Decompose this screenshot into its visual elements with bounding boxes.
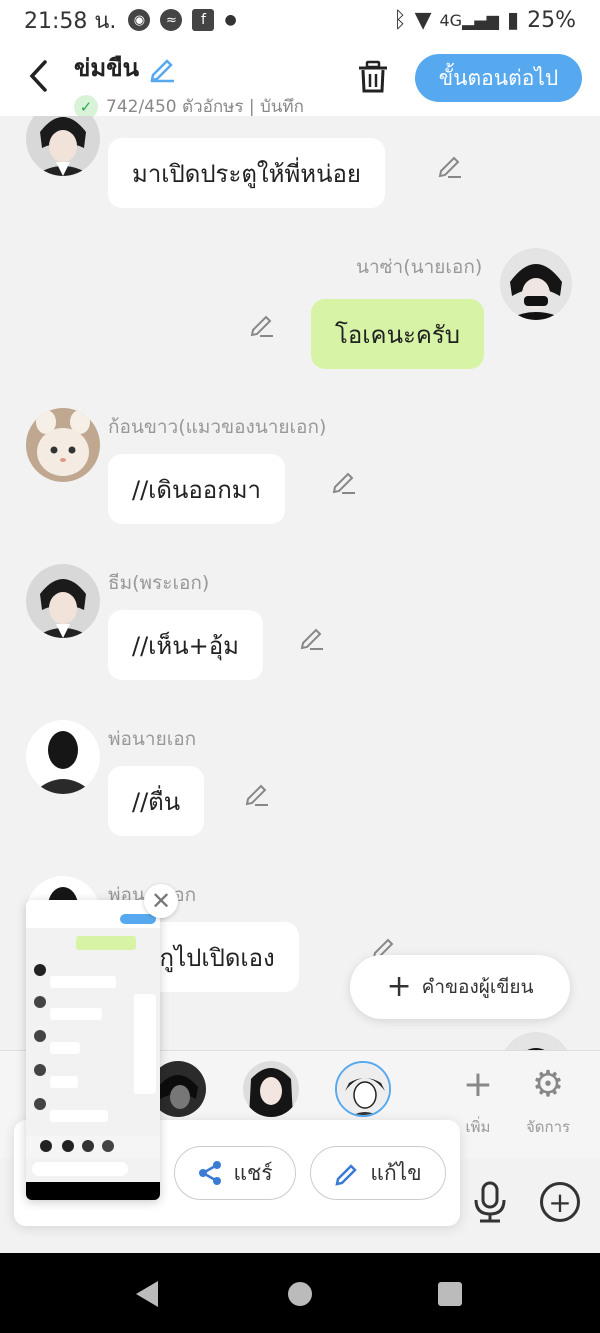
microphone-button[interactable]: [470, 1180, 510, 1224]
add-content-button[interactable]: +: [540, 1182, 580, 1222]
plus-icon: +: [548, 1185, 572, 1219]
edit-button[interactable]: แก้ไข: [310, 1146, 446, 1200]
character-avatar-2[interactable]: [243, 1061, 299, 1117]
dot-icon: ●: [224, 12, 237, 28]
avatar-nasa[interactable]: [500, 1032, 572, 1050]
manage-characters-button[interactable]: ⚙ จัดการ: [518, 1065, 578, 1139]
title-area: ข่มขืน ✓ 742/450 ตัวอักษร | บันทึก: [74, 48, 304, 120]
character-avatar-selected[interactable]: [335, 1061, 391, 1117]
pencil-icon: [335, 1164, 358, 1186]
battery-level: 25%: [527, 7, 576, 33]
page-title: ข่มขืน: [74, 54, 140, 82]
nav-back-button[interactable]: [136, 1281, 158, 1307]
edit-message-icon[interactable]: [330, 468, 358, 496]
edit-title-icon[interactable]: [147, 53, 177, 83]
screenshot-thumbnail[interactable]: [26, 900, 160, 1200]
message-bubble[interactable]: //เดินออกมา: [108, 454, 286, 524]
message-bubble[interactable]: //เห็น+อุ้ม: [108, 610, 263, 680]
wifi-icon: ▼: [414, 7, 432, 33]
speaker-name: ธีม(พระเอก): [108, 572, 210, 594]
edit-message-icon[interactable]: [298, 624, 326, 652]
message-bubble-self[interactable]: โอเคนะครับ: [311, 299, 485, 369]
chevron-left-icon: [29, 60, 47, 92]
edit-message-icon[interactable]: [243, 780, 271, 808]
bluetooth-icon: ᛒ: [393, 7, 407, 33]
status-time: 21:58 น.: [24, 8, 117, 34]
avatar-theem[interactable]: [26, 564, 100, 638]
avatar-theem[interactable]: [26, 116, 100, 176]
notification-icons: ◉ ≈ f ●: [128, 9, 237, 31]
writer-note-button[interactable]: + คำของผู้เขียน: [350, 955, 570, 1019]
avatar-father-silhouette[interactable]: [26, 720, 100, 794]
next-step-button[interactable]: ขั้นตอนต่อไป: [415, 54, 582, 102]
close-thumbnail-button[interactable]: ✕: [144, 884, 178, 918]
nav-recents-button[interactable]: [438, 1282, 462, 1306]
speaker-name: ก้อนขาว(แมวของนายเอก): [108, 416, 327, 438]
status-bar: 21:58 น. ◉ ≈ f ● ᛒ ▼ 4G▂▄▆ ▮ 25%: [0, 0, 600, 40]
signal-icon: 4G▂▄▆: [439, 10, 499, 30]
delete-button[interactable]: [354, 58, 392, 96]
edit-label: แก้ไข: [370, 1160, 422, 1185]
chat-notification-icon: ◉: [128, 9, 151, 31]
share-button[interactable]: แชร์: [174, 1146, 296, 1200]
nav-home-button[interactable]: [288, 1282, 312, 1306]
check-icon: ✓: [74, 94, 98, 119]
message-bubble[interactable]: //ตื่น: [108, 766, 205, 836]
speaker-name: นาซ่า(นายเอก): [356, 256, 483, 278]
trash-icon: [359, 60, 387, 93]
battery-icon: ▮: [506, 7, 520, 33]
messenger-icon: ≈: [160, 9, 183, 31]
share-icon: [199, 1161, 222, 1185]
manage-label: จัดการ: [525, 1118, 571, 1136]
back-button[interactable]: [20, 56, 56, 96]
edit-message-icon[interactable]: [248, 311, 276, 339]
add-label: เพิ่ม: [465, 1118, 491, 1136]
plus-icon: +: [462, 1064, 494, 1105]
share-label: แชร์: [233, 1160, 273, 1185]
app-header: ข่มขืน ✓ 742/450 ตัวอักษร | บันทึก ขั้นต…: [0, 40, 600, 119]
avatar-cat[interactable]: [26, 408, 100, 482]
edit-message-icon[interactable]: [436, 152, 464, 180]
screenshot-preview-image: [26, 900, 160, 1200]
close-icon: ✕: [150, 887, 172, 915]
facebook-icon: f: [192, 9, 215, 31]
status-right: ᛒ ▼ 4G▂▄▆ ▮ 25%: [393, 8, 576, 33]
avatar-nasa[interactable]: [500, 248, 572, 320]
gear-icon: ⚙: [531, 1064, 565, 1105]
speaker-name: พ่อนายเอก: [108, 728, 197, 750]
plus-icon: +: [386, 969, 412, 1004]
microphone-icon: [474, 1181, 506, 1223]
message-bubble[interactable]: มาเปิดประตูให้พี่หน่อย: [108, 138, 385, 208]
writer-note-label: คำของผู้เขียน: [421, 976, 534, 998]
system-nav-bar: [0, 1253, 600, 1333]
